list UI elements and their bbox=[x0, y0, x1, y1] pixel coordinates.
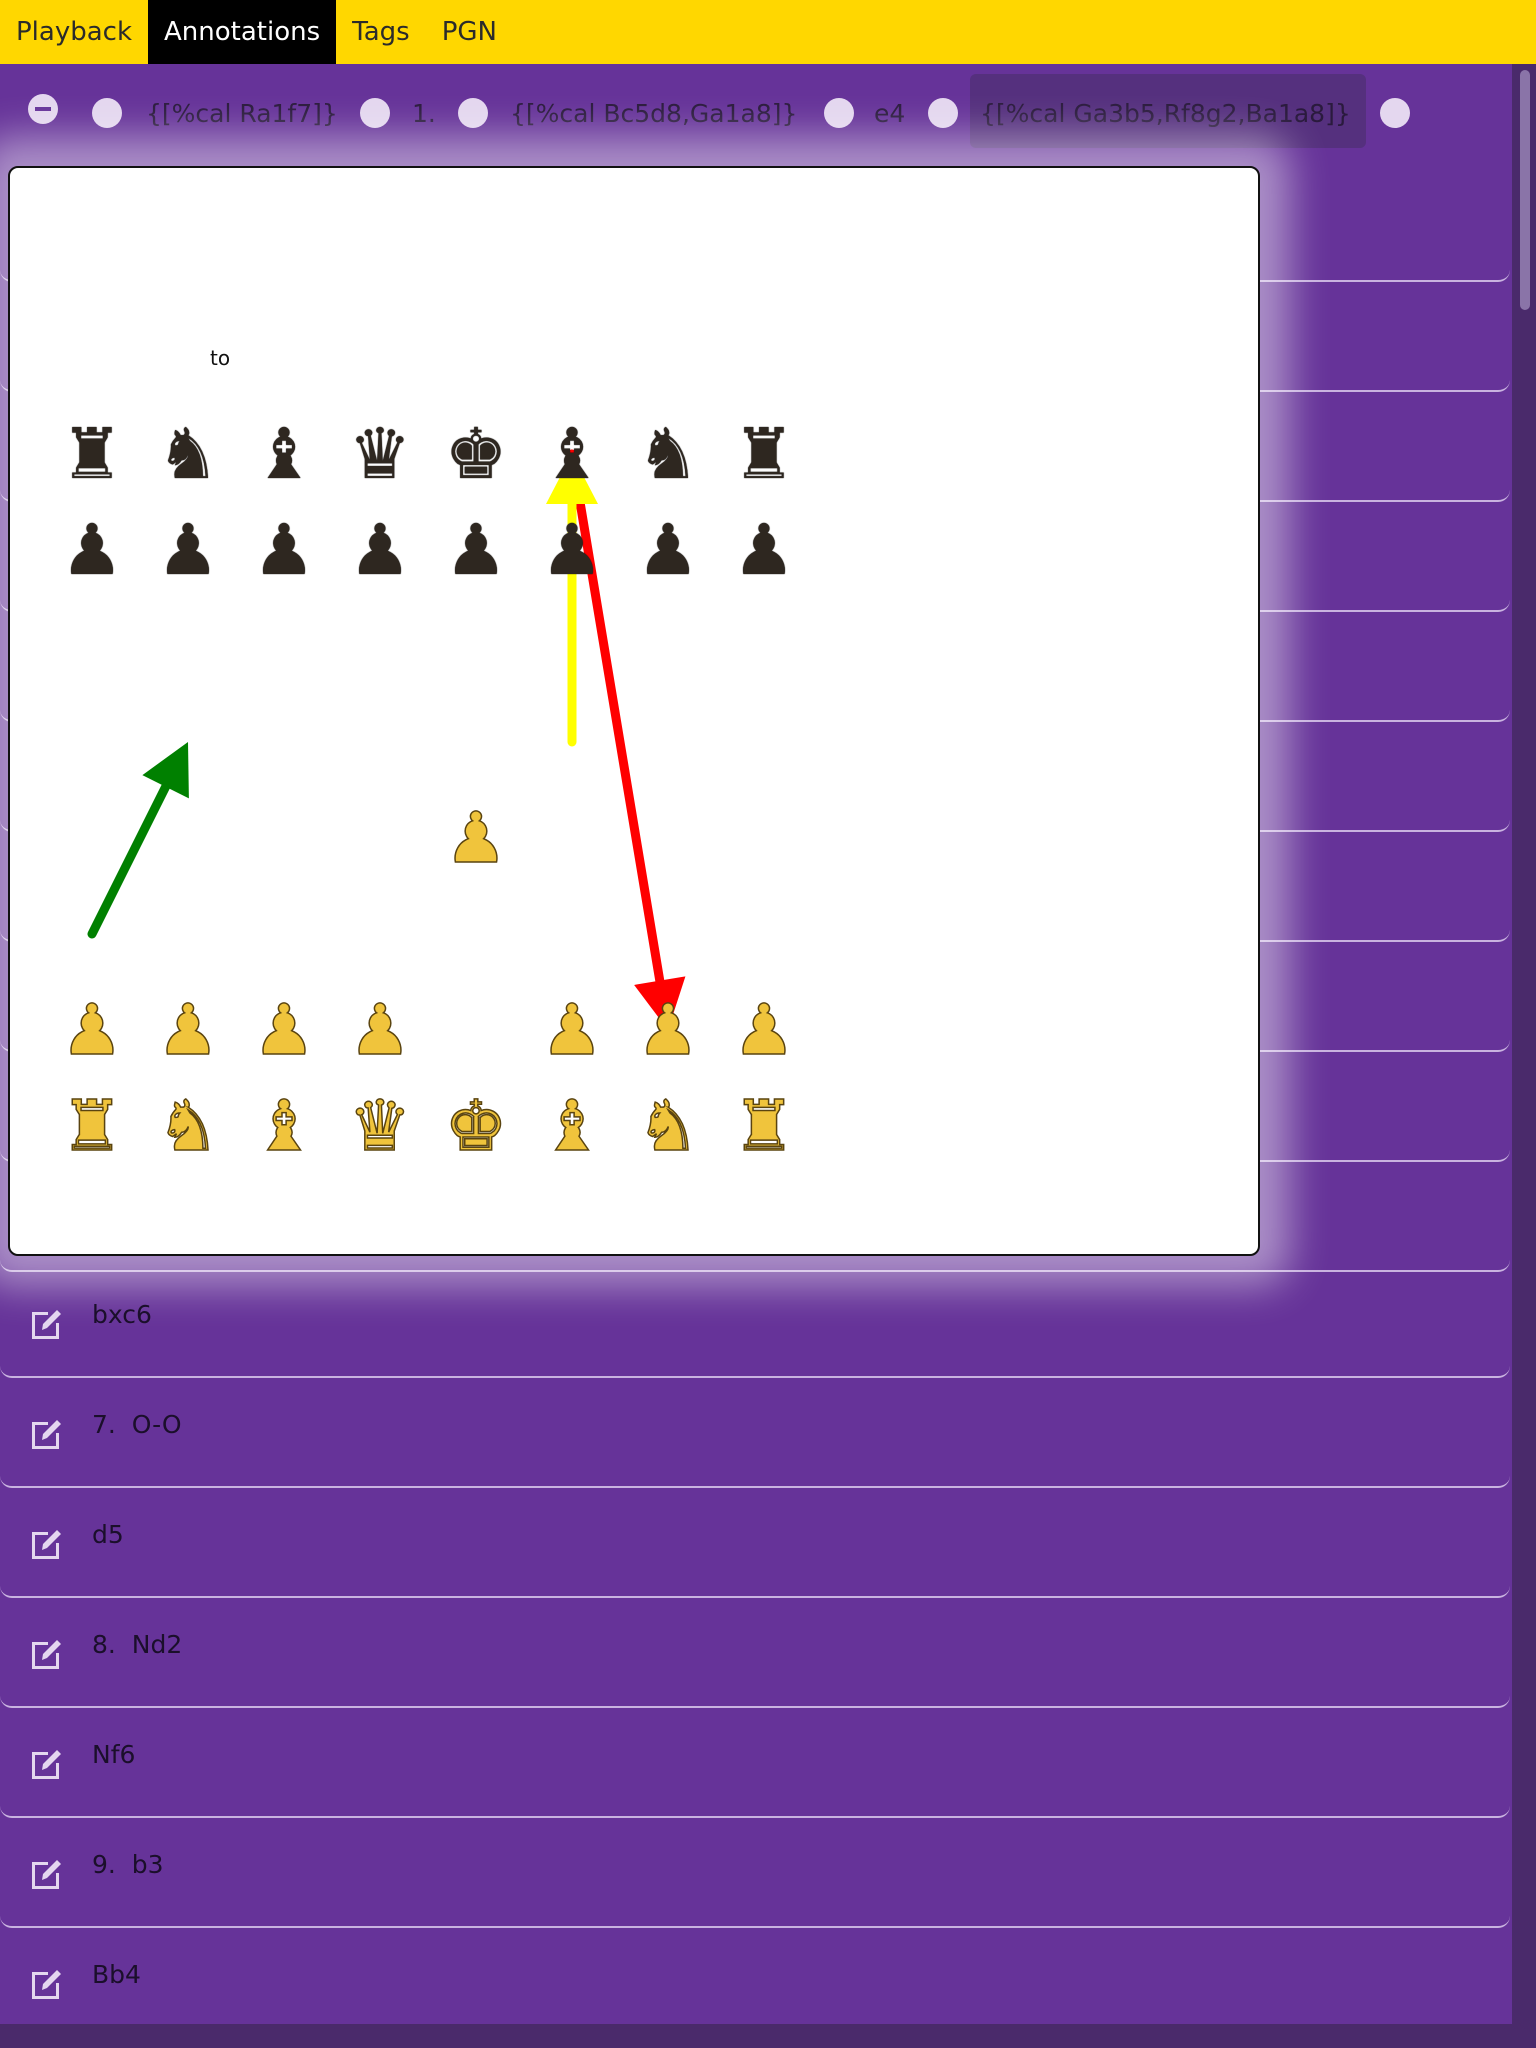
insert-point-dot[interactable] bbox=[1380, 98, 1410, 128]
tab-pgn[interactable]: PGN bbox=[426, 0, 513, 64]
collapse-icon[interactable] bbox=[28, 94, 58, 124]
bottom-strip bbox=[0, 2024, 1536, 2048]
black-bishop-icon: ♝ bbox=[540, 413, 604, 495]
white-rook-icon: ♜ bbox=[60, 1085, 124, 1167]
move-text: Nf6 bbox=[92, 1740, 136, 1769]
tab-playback[interactable]: Playback bbox=[0, 0, 148, 64]
white-king-icon: ♚ bbox=[444, 1085, 508, 1167]
move-text: 8. Nd2 bbox=[92, 1630, 183, 1659]
insert-point-dot[interactable] bbox=[824, 98, 854, 128]
scrollbar[interactable] bbox=[1512, 64, 1536, 2024]
chess-board: ♜ ♞ ♝ ♛ ♚ ♝ ♞ ♜ ♟ ♟ ♟ ♟ ♟ ♟ ♟ ♟ ♟ ♟ ♟ ♟ ♟ ♟ ♟ ♟ ♜ ♞ ♝ ♛ ♚ ♝ ♞ ♜ bbox=[44, 406, 812, 1174]
scrollbar-thumb[interactable] bbox=[1520, 70, 1530, 310]
tab-bar: Playback Annotations Tags PGN bbox=[0, 0, 1536, 64]
move-list-item[interactable]: bxc6 bbox=[0, 1270, 1510, 1378]
edit-icon[interactable] bbox=[26, 1854, 66, 1894]
move-list-item[interactable]: 9. b3 bbox=[0, 1820, 1510, 1928]
black-pawn-icon: ♟ bbox=[444, 509, 508, 591]
white-queen-icon: ♛ bbox=[348, 1085, 412, 1167]
white-bishop-icon: ♝ bbox=[252, 1085, 316, 1167]
black-knight-icon: ♞ bbox=[156, 413, 220, 495]
white-pawn-icon: ♟ bbox=[732, 989, 796, 1071]
edit-icon[interactable] bbox=[26, 1524, 66, 1564]
black-bishop-icon: ♝ bbox=[252, 413, 316, 495]
move-list-item[interactable]: 8. Nd2 bbox=[0, 1600, 1510, 1708]
tab-tags[interactable]: Tags bbox=[336, 0, 426, 64]
move-list-item[interactable]: d5 bbox=[0, 1490, 1510, 1598]
move-text: d5 bbox=[92, 1520, 124, 1549]
black-pawn-icon: ♟ bbox=[348, 509, 412, 591]
insert-point-dot[interactable] bbox=[360, 98, 390, 128]
black-pawn-icon: ♟ bbox=[60, 509, 124, 591]
move-token[interactable]: e4 bbox=[874, 98, 905, 130]
move-text: bxc6 bbox=[92, 1300, 152, 1329]
black-knight-icon: ♞ bbox=[636, 413, 700, 495]
insert-point-dot[interactable] bbox=[92, 98, 122, 128]
white-pawn-icon: ♟ bbox=[444, 797, 508, 879]
black-pawn-icon: ♟ bbox=[540, 509, 604, 591]
edit-icon[interactable] bbox=[26, 1634, 66, 1674]
black-rook-icon: ♜ bbox=[60, 413, 124, 495]
move-text: 7. O-O bbox=[92, 1410, 182, 1439]
white-bishop-icon: ♝ bbox=[540, 1085, 604, 1167]
move-text: 9. b3 bbox=[92, 1850, 164, 1879]
tab-annotations[interactable]: Annotations bbox=[148, 0, 337, 64]
insert-point-dot[interactable] bbox=[928, 98, 958, 128]
white-pawn-icon: ♟ bbox=[156, 989, 220, 1071]
white-knight-icon: ♞ bbox=[636, 1085, 700, 1167]
black-pawn-icon: ♟ bbox=[252, 509, 316, 591]
popup-label: to bbox=[210, 346, 231, 370]
annotation-token[interactable]: {[%cal Ra1f7]} bbox=[146, 98, 338, 130]
edit-icon[interactable] bbox=[26, 1304, 66, 1344]
black-pawn-icon: ♟ bbox=[732, 509, 796, 591]
annotation-token[interactable]: {[%cal Ga3b5,Rf8g2,Ba1a8]} bbox=[980, 98, 1351, 130]
white-pawn-icon: ♟ bbox=[60, 989, 124, 1071]
arrow-head bbox=[142, 742, 189, 799]
move-list-item[interactable]: 7. O-O bbox=[0, 1380, 1510, 1488]
white-pawn-icon: ♟ bbox=[252, 989, 316, 1071]
edit-icon[interactable] bbox=[26, 1414, 66, 1454]
edit-icon[interactable] bbox=[26, 1744, 66, 1784]
black-rook-icon: ♜ bbox=[732, 413, 796, 495]
insert-point-dot[interactable] bbox=[458, 98, 488, 128]
move-list-item[interactable]: Nf6 bbox=[0, 1710, 1510, 1818]
black-king-icon: ♚ bbox=[444, 413, 508, 495]
move-number-token[interactable]: 1. bbox=[412, 98, 436, 130]
black-pawn-icon: ♟ bbox=[636, 509, 700, 591]
white-pawn-icon: ♟ bbox=[348, 989, 412, 1071]
move-text: Bb4 bbox=[92, 1960, 141, 1989]
arrow-shaft bbox=[87, 782, 171, 939]
black-pawn-icon: ♟ bbox=[156, 509, 220, 591]
white-knight-icon: ♞ bbox=[156, 1085, 220, 1167]
white-rook-icon: ♜ bbox=[732, 1085, 796, 1167]
black-queen-icon: ♛ bbox=[348, 413, 412, 495]
move-list-item[interactable]: Bb4 bbox=[0, 1930, 1510, 2038]
white-pawn-icon: ♟ bbox=[636, 989, 700, 1071]
annotation-token[interactable]: {[%cal Bc5d8,Ga1a8]} bbox=[510, 98, 797, 130]
edit-icon[interactable] bbox=[26, 1964, 66, 2004]
white-pawn-icon: ♟ bbox=[540, 989, 604, 1071]
annotation-preview-popup: to ♜ ♞ ♝ ♛ ♚ ♝ ♞ ♜ ♟ ♟ ♟ ♟ ♟ ♟ ♟ ♟ ♟ ♟ ♟ ♟ ♟ ♟ ♟ ♟ ♜ ♞ ♝ ♛ ♚ ♝ ♞ ♜ bbox=[8, 166, 1260, 1256]
